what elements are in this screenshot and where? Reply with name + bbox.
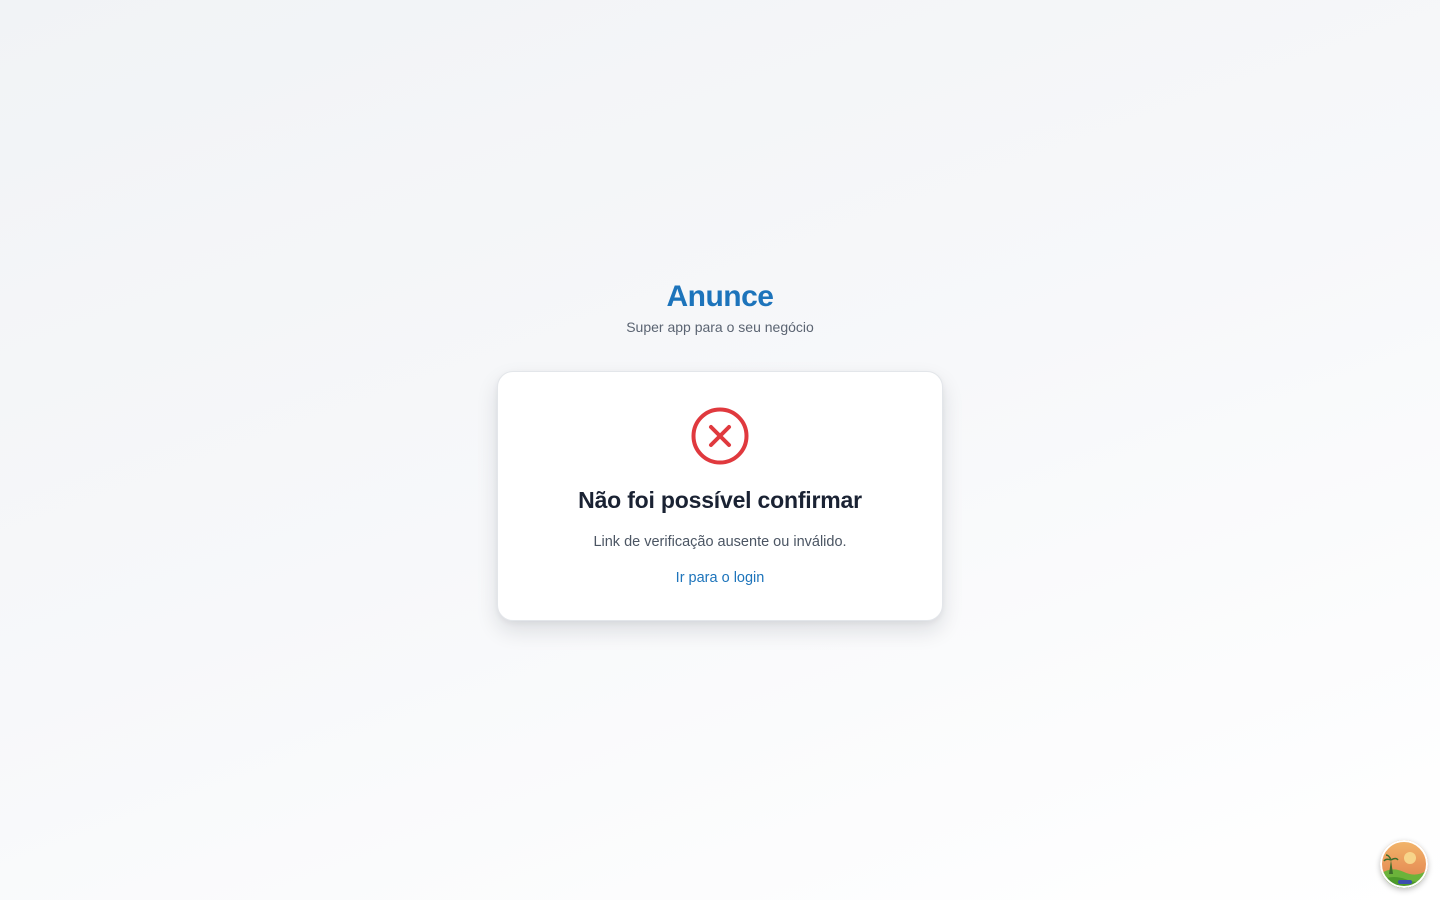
card-title: Não foi possível confirmar [578,487,862,513]
brand-title: Anunce [666,280,774,313]
profile-avatar-icon [1380,840,1428,888]
brand-header: Anunce Super app para o seu negócio [0,278,1440,336]
confirmation-error-card: Não foi possível confirmar Link de verif… [497,371,943,621]
brand-subtitle: Super app para o seu negócio [626,319,814,335]
error-x-circle-icon [691,407,749,465]
card-message: Link de verificação ausente ou inválido. [593,534,847,550]
go-to-login-link[interactable]: Ir para o login [676,569,765,587]
floating-avatar-button[interactable] [1380,840,1428,888]
